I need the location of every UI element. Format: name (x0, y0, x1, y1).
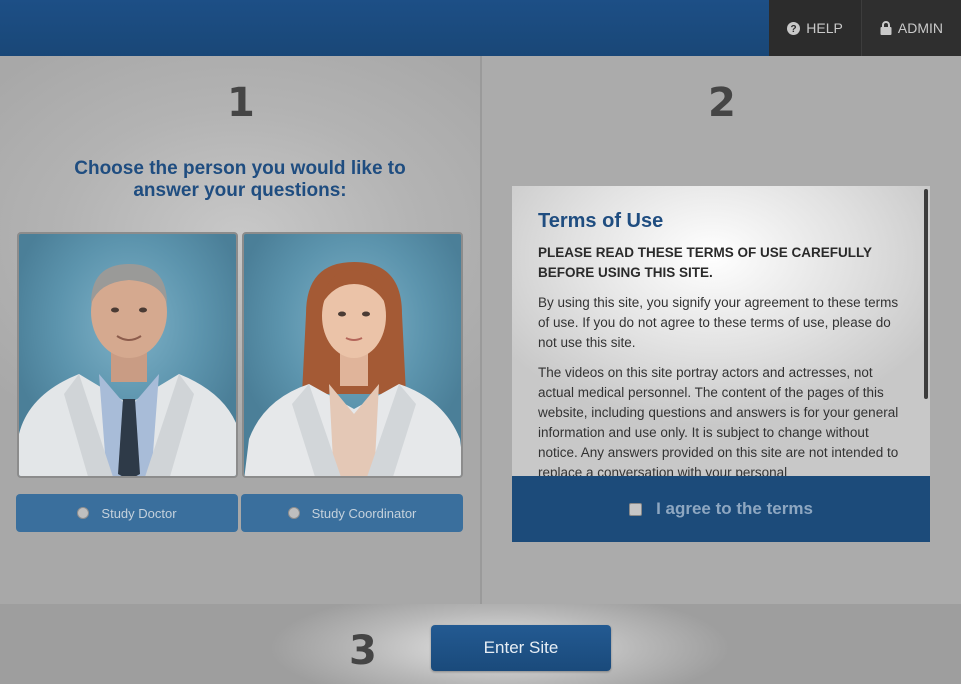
terms-paragraph-1: By using this site, you signify your agr… (538, 295, 899, 350)
step-number-2: 2 (708, 80, 736, 126)
enter-site-button[interactable]: Enter Site (431, 625, 611, 671)
terms-panel: 2 Terms of Use PLEASE READ THESE TERMS O… (482, 56, 961, 604)
study-coordinator-label: Study Coordinator (311, 505, 417, 521)
terms-paragraph-2: The videos on this site portray actors a… (538, 365, 899, 476)
coordinator-illustration (244, 262, 461, 476)
terms-warning: PLEASE READ THESE TERMS OF USE CAREFULLY… (538, 245, 872, 280)
terms-title: Terms of Use (538, 210, 664, 232)
study-coordinator-photo[interactable] (242, 232, 463, 478)
study-coordinator-option[interactable]: Study Coordinator (241, 494, 463, 532)
agree-terms-checkbox[interactable] (629, 502, 643, 516)
terms-box[interactable]: Terms of Use PLEASE READ THESE TERMS OF … (512, 186, 930, 476)
agree-terms-bar[interactable]: I agree to the terms (512, 476, 930, 542)
choose-person-heading: Choose the person you would like to answ… (74, 158, 406, 201)
terms-scrollbar[interactable] (924, 189, 928, 399)
step-number-1: 1 (227, 80, 255, 126)
study-doctor-radio[interactable] (77, 507, 90, 519)
study-doctor-option[interactable]: Study Doctor (16, 494, 238, 532)
study-doctor-photo[interactable] (17, 232, 238, 478)
help-label: HELP (806, 20, 843, 36)
agree-terms-label: I agree to the terms (656, 499, 813, 518)
step-number-3: 3 (349, 628, 377, 674)
study-doctor-label: Study Doctor (101, 505, 177, 521)
admin-button[interactable]: ADMIN (861, 0, 961, 56)
admin-label: ADMIN (897, 20, 943, 36)
choose-person-panel: 1 Choose the person you would like to an… (0, 56, 480, 604)
study-coordinator-radio[interactable] (287, 507, 300, 519)
top-actions: ? HELP ADMIN (769, 0, 961, 56)
question-circle-icon: ? (787, 21, 801, 35)
svg-text:?: ? (791, 24, 797, 35)
top-bar: ? HELP ADMIN (0, 0, 961, 56)
help-button[interactable]: ? HELP (769, 0, 862, 56)
footer-bar: 3 Enter Site (0, 604, 961, 684)
doctor-illustration (19, 264, 236, 476)
lock-icon (880, 21, 892, 35)
